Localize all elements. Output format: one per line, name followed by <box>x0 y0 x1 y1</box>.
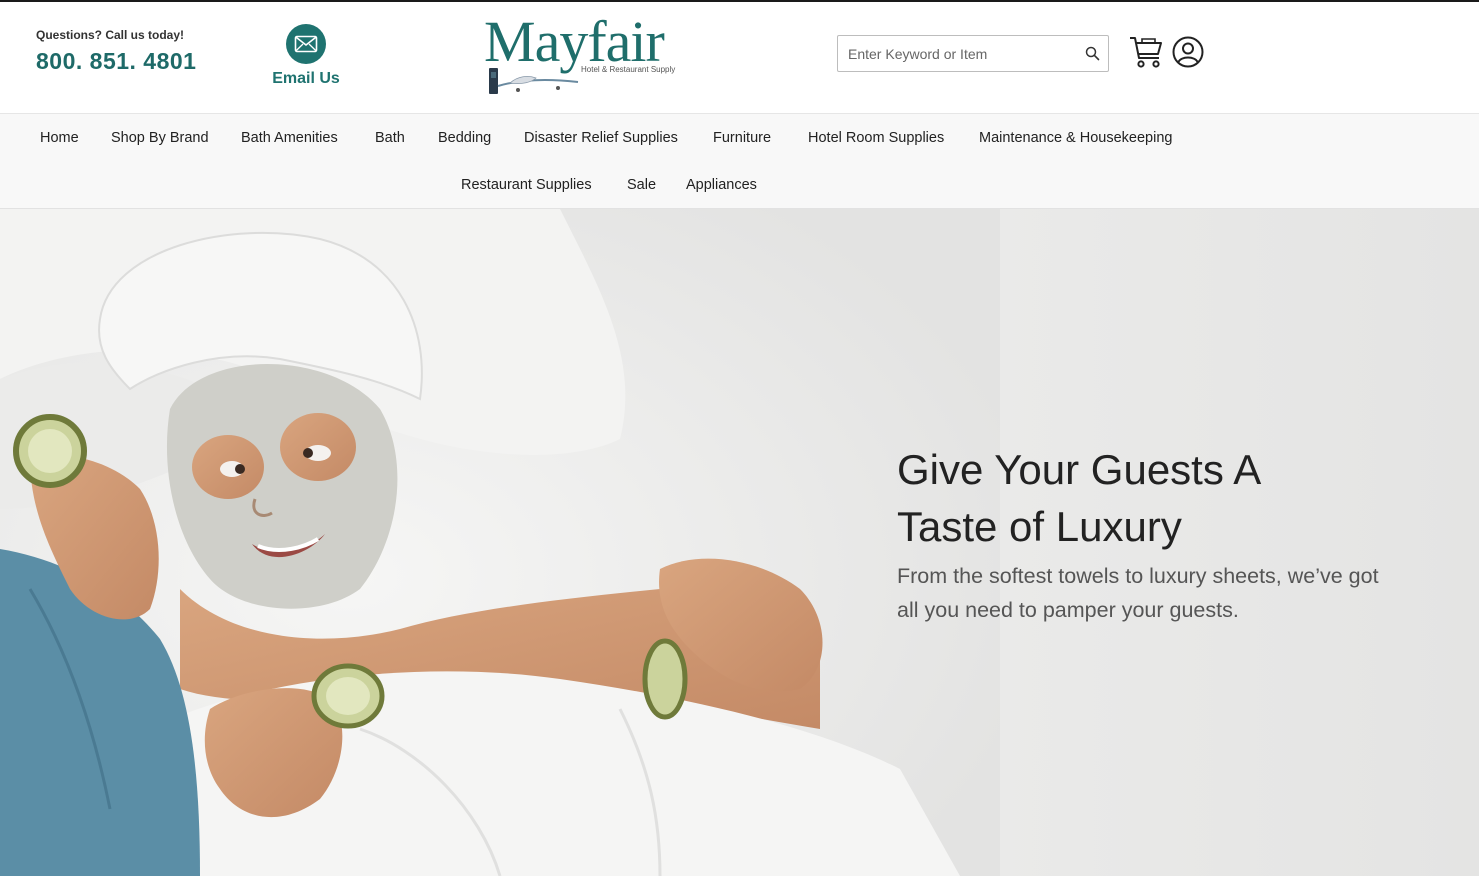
hero-image <box>0 209 1000 876</box>
nav-item-hotel-room-supplies[interactable]: Hotel Room Supplies <box>808 128 944 148</box>
main-navigation: Home Shop By Brand Bath Amenities Bath B… <box>0 114 1479 209</box>
nav-item-bath[interactable]: Bath <box>375 128 405 148</box>
shopping-cart-icon[interactable] <box>1128 34 1164 70</box>
contact-block: Questions? Call us today! 800. 851. 4801 <box>36 28 196 75</box>
nav-row-secondary: Restaurant Supplies Sale Appliances <box>0 175 1479 199</box>
hero-subtitle: From the softest towels to luxury sheets… <box>897 559 1437 627</box>
search-icon[interactable] <box>1085 46 1100 61</box>
phone-number-link[interactable]: 800. 851. 4801 <box>36 48 196 75</box>
mayfair-logo[interactable]: Mayfair Hotel & Restaurant Supply <box>484 10 690 100</box>
nav-item-restaurant-supplies[interactable]: Restaurant Supplies <box>461 175 592 195</box>
search-input[interactable] <box>838 36 1078 71</box>
nav-item-appliances[interactable]: Appliances <box>686 175 757 195</box>
hero-banner[interactable]: Give Your Guests A Taste of Luxury From … <box>0 209 1479 876</box>
hero-headline-line-1: Give Your Guests A <box>897 446 1262 493</box>
contact-label: Questions? Call us today! <box>36 28 185 42</box>
nav-row-primary: Home Shop By Brand Bath Amenities Bath B… <box>0 128 1479 152</box>
hero-subtitle-line-2: all you need to pamper your guests. <box>897 598 1239 622</box>
nav-item-disaster-relief-supplies[interactable]: Disaster Relief Supplies <box>524 128 678 148</box>
nav-item-sale[interactable]: Sale <box>627 175 656 195</box>
envelope-icon <box>286 24 326 64</box>
page: Questions? Call us today! 800. 851. 4801… <box>0 0 1479 876</box>
nav-item-bedding[interactable]: Bedding <box>438 128 491 148</box>
site-header: Questions? Call us today! 800. 851. 4801… <box>0 0 1479 114</box>
bellhop-cart-logo-icon <box>489 68 579 94</box>
hero-headline-line-2: Taste of Luxury <box>897 503 1182 550</box>
user-account-icon[interactable] <box>1172 36 1204 68</box>
nav-item-shop-by-brand[interactable]: Shop By Brand <box>111 128 209 148</box>
email-us-label: Email Us <box>272 70 340 87</box>
hero-headline: Give Your Guests A Taste of Luxury <box>897 441 1417 555</box>
email-us-link[interactable]: Email Us <box>268 24 344 88</box>
nav-item-furniture[interactable]: Furniture <box>713 128 771 148</box>
nav-item-maintenance-housekeeping[interactable]: Maintenance & Housekeeping <box>979 128 1172 148</box>
nav-item-home[interactable]: Home <box>40 128 79 148</box>
logo-tagline: Hotel & Restaurant Supply <box>581 65 676 74</box>
nav-item-bath-amenities[interactable]: Bath Amenities <box>241 128 338 148</box>
hero-subtitle-line-1: From the softest towels to luxury sheets… <box>897 564 1379 588</box>
search-box <box>837 35 1109 72</box>
